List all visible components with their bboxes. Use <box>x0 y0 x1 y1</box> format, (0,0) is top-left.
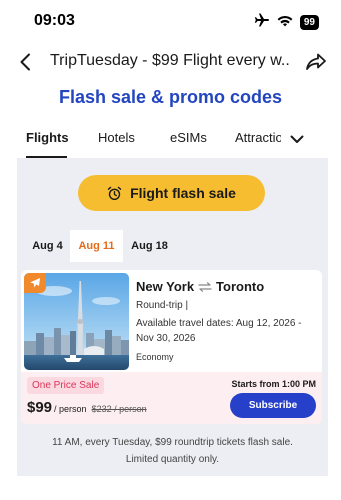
price: $99 / person $232 / person <box>27 399 147 416</box>
price-strip: One Price Sale $99 / person $232 / perso… <box>21 372 322 424</box>
nav-header: TripTuesday - $99 Flight every w... <box>0 44 341 80</box>
share-icon <box>306 53 326 70</box>
flash-sale-label: Flight flash sale <box>130 185 236 201</box>
route: New York Toronto <box>136 279 264 294</box>
back-button[interactable] <box>14 50 36 74</box>
destination-city: Toronto <box>216 279 265 294</box>
back-chevron-icon <box>20 53 30 71</box>
alarm-clock-icon <box>107 186 122 200</box>
flash-sale-panel: Flight flash sale Aug 4 Aug 11 Aug 18 Ne… <box>17 158 328 476</box>
airplane-badge <box>24 273 46 293</box>
battery-icon: 99 <box>299 15 319 30</box>
round-trip-arrows-icon <box>198 281 212 292</box>
airplane-mode-icon <box>254 13 270 32</box>
price-unit: / person <box>54 404 87 414</box>
flight-flash-sale-button[interactable]: Flight flash sale <box>78 175 265 211</box>
tab-hotels[interactable]: Hotels <box>98 130 135 145</box>
airplane-icon <box>30 278 40 288</box>
section-heading: Flash sale & promo codes <box>58 87 283 107</box>
status-icons: 99 <box>254 13 319 32</box>
category-tabs: Flights Hotels eSIMs Attractions <box>0 122 341 158</box>
wifi-icon <box>277 14 293 32</box>
tab-attractions[interactable]: Attractions <box>235 130 281 145</box>
chevron-down-icon <box>290 135 304 143</box>
origin-city: New York <box>136 279 195 294</box>
date-tab-aug-4[interactable]: Aug 4 <box>21 230 74 262</box>
footnote-line-1: 11 AM, every Tuesday, $99 roundtrip tick… <box>52 437 293 448</box>
date-tab-aug-18[interactable]: Aug 18 <box>123 230 176 262</box>
tab-esims[interactable]: eSIMs <box>170 130 207 145</box>
subscribe-button[interactable]: Subscribe <box>230 393 316 418</box>
tab-attractions-clip: Attractions <box>231 122 281 158</box>
tab-flights[interactable]: Flights <box>26 130 69 145</box>
price-value: $99 <box>27 399 53 416</box>
one-price-sale-badge: One Price Sale <box>27 377 105 394</box>
share-button[interactable] <box>303 50 329 74</box>
status-bar: 09:03 99 <box>0 0 341 44</box>
trip-type: Round-trip | <box>136 300 189 311</box>
original-price: $232 / person <box>91 404 147 414</box>
toronto-skyline-photo <box>24 273 129 370</box>
footnote-line-2: Limited quantity only. <box>125 454 220 465</box>
start-time: Starts from 1:00 PM <box>231 379 316 389</box>
travel-dates: Available travel dates: Aug 12, 2026 - N… <box>136 318 302 344</box>
sale-footnote: 11 AM, every Tuesday, $99 roundtrip tick… <box>17 434 328 468</box>
date-tab-aug-11[interactable]: Aug 11 <box>70 230 123 262</box>
cabin-class: Economy <box>136 352 174 362</box>
page-title: TripTuesday - $99 Flight every w... <box>50 52 290 69</box>
deal-card[interactable]: New York Toronto Round-trip | Available … <box>21 270 322 424</box>
status-time: 09:03 <box>34 12 75 29</box>
more-tabs-button[interactable] <box>287 129 307 149</box>
